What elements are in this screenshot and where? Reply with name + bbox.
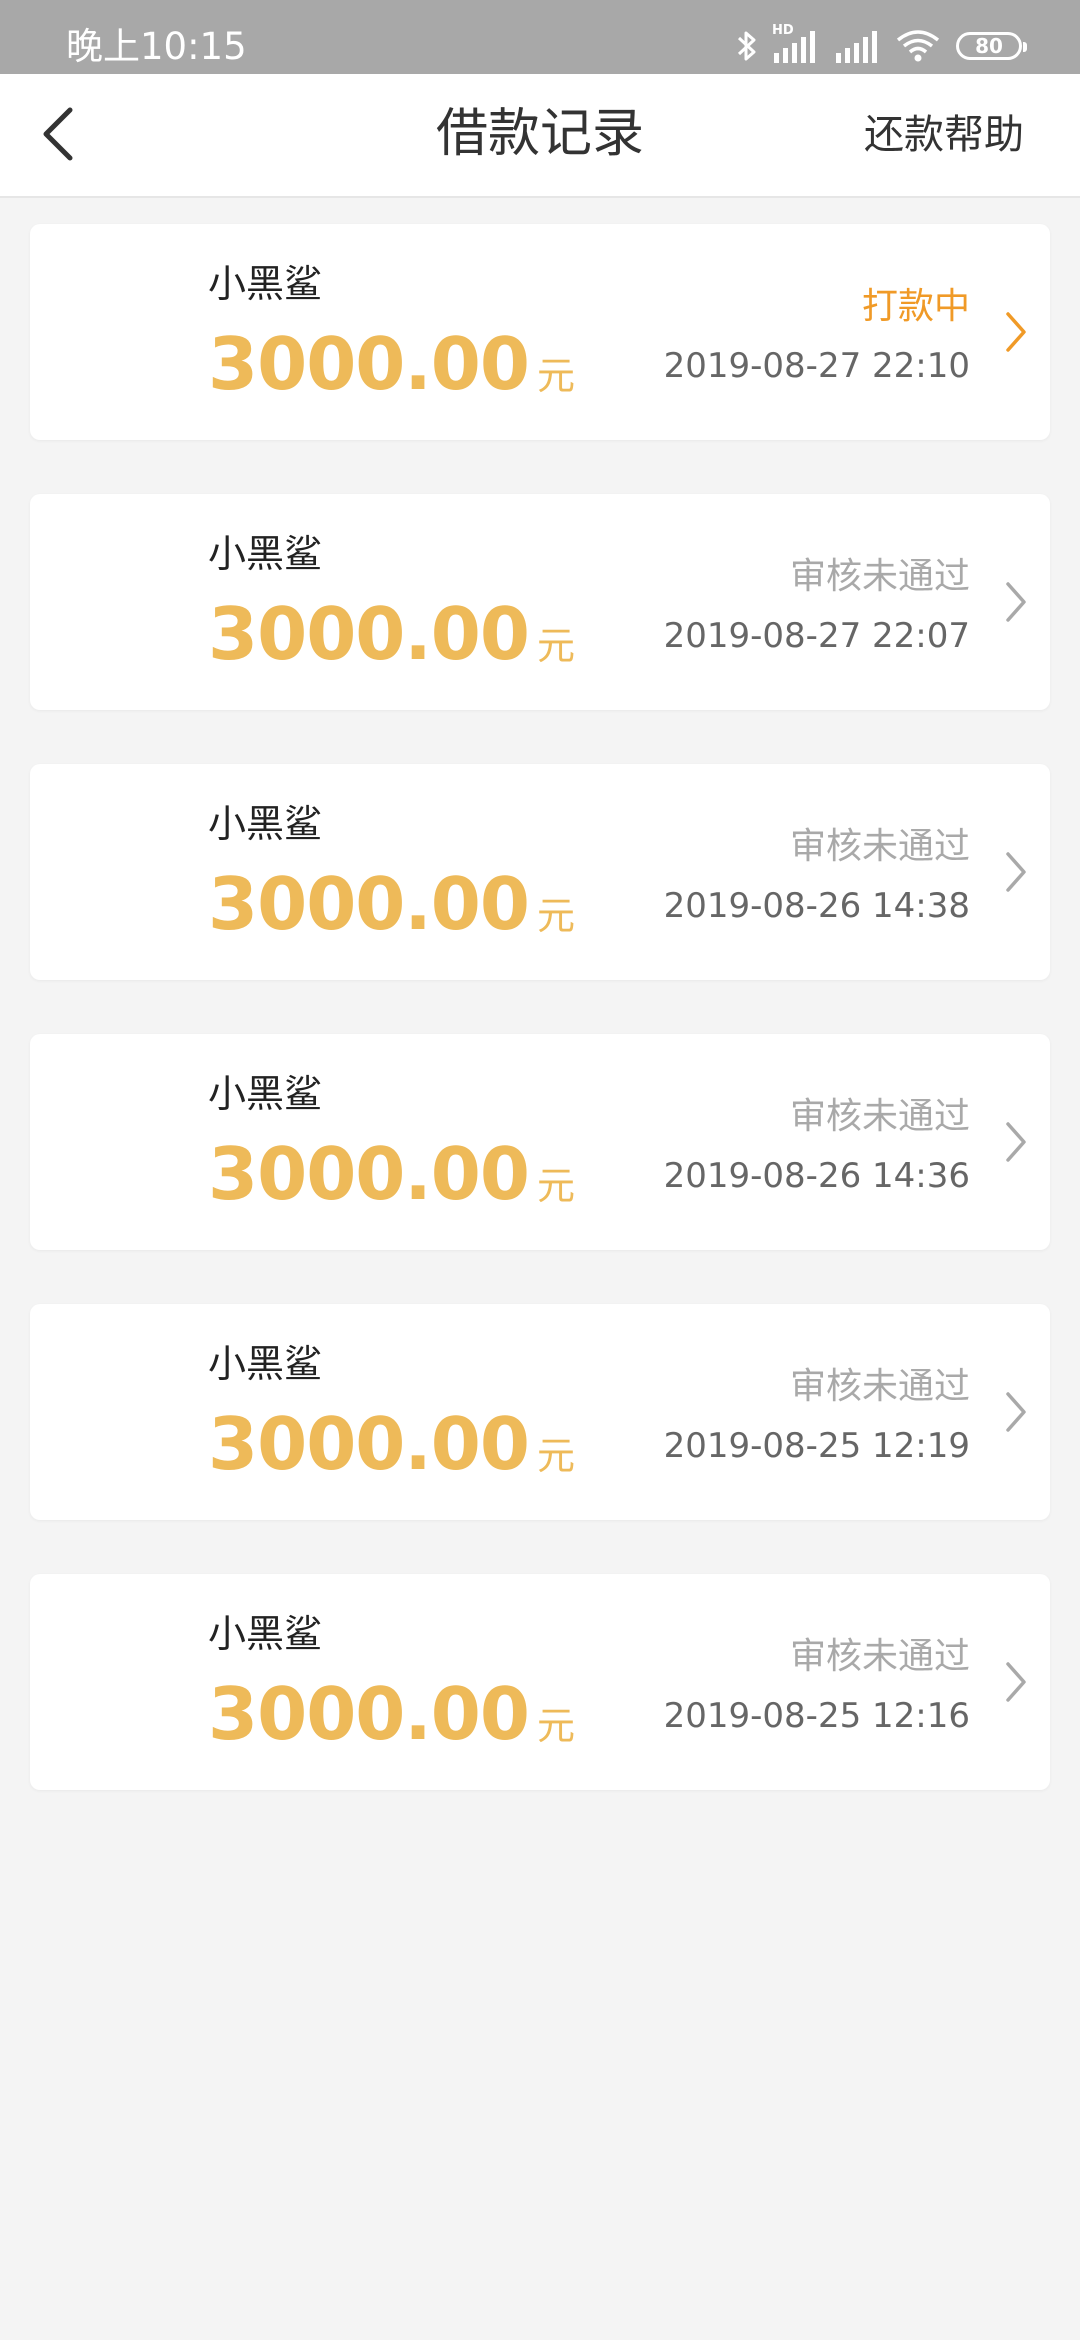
status-badge: 打款中 [861,286,970,327]
loan-amount: 3000.00 元 [208,324,575,404]
hd-label: HD [772,23,794,38]
lender-name: 小黑鲨 [208,802,323,846]
record-date: 2019-08-25 12:16 [663,1696,970,1736]
lender-name: 小黑鲨 [208,532,323,576]
loan-record-card[interactable]: 小黑鲨 3000.00 元 审核未通过 2019-08-25 12:19 [30,1304,1050,1520]
amount-value: 3000.00 [208,592,530,676]
amount-unit: 元 [536,1164,575,1208]
loan-record-card[interactable]: 小黑鲨 3000.00 元 审核未通过 2019-08-26 14:36 [30,1034,1050,1250]
loan-amount: 3000.00 元 [208,864,575,944]
header: 借款记录 还款帮助 [0,74,1080,198]
amount-value: 3000.00 [208,1402,530,1486]
amount-unit: 元 [536,894,575,938]
loan-record-card[interactable]: 小黑鲨 3000.00 元 审核未通过 2019-08-26 14:38 [30,764,1050,980]
loan-record-card[interactable]: 小黑鲨 3000.00 元 打款中 2019-08-27 22:10 [30,224,1050,440]
chevron-right-icon [996,848,1036,896]
loan-record-card[interactable]: 小黑鲨 3000.00 元 审核未通过 2019-08-27 22:07 [30,494,1050,710]
amount-unit: 元 [536,1704,575,1748]
status-badge: 审核未通过 [789,1366,970,1407]
loan-record-card[interactable]: 小黑鲨 3000.00 元 审核未通过 2019-08-25 12:16 [30,1574,1050,1790]
lender-name: 小黑鲨 [208,1072,323,1116]
amount-unit: 元 [536,354,575,398]
status-badge: 审核未通过 [789,826,970,867]
status-time: 晚上10:15 [66,25,247,68]
amount-value: 3000.00 [208,1132,530,1216]
record-date: 2019-08-26 14:36 [663,1156,970,1196]
signal-icon [834,29,878,63]
loan-amount: 3000.00 元 [208,1134,575,1214]
chevron-right-icon [996,578,1036,626]
amount-value: 3000.00 [208,862,530,946]
loan-amount: 3000.00 元 [208,594,575,674]
chevron-right-icon [996,1658,1036,1706]
battery-icon: 80 [956,32,1027,60]
chevron-right-icon [996,1118,1036,1166]
amount-value: 3000.00 [208,1672,530,1756]
amount-value: 3000.00 [208,322,530,406]
status-bar: 晚上10:15 HD 80 [0,0,1080,74]
lender-name: 小黑鲨 [208,1342,323,1386]
chevron-right-icon [996,1388,1036,1436]
status-badge: 审核未通过 [789,1636,970,1677]
chevron-right-icon [996,308,1036,356]
status-icons: HD 80 [736,20,1080,72]
record-date: 2019-08-26 14:38 [663,886,970,926]
repayment-help-link[interactable]: 还款帮助 [864,108,1024,162]
amount-unit: 元 [536,1434,575,1478]
loan-amount: 3000.00 元 [208,1674,575,1754]
wifi-icon [896,29,940,63]
status-badge: 审核未通过 [789,556,970,597]
record-date: 2019-08-25 12:19 [663,1426,970,1466]
loan-amount: 3000.00 元 [208,1404,575,1484]
battery-level: 80 [975,34,1003,58]
lender-name: 小黑鲨 [208,1612,323,1656]
amount-unit: 元 [536,624,575,668]
bluetooth-icon [736,28,758,64]
record-date: 2019-08-27 22:07 [663,616,970,656]
status-badge: 审核未通过 [789,1096,970,1137]
loan-record-list: 小黑鲨 3000.00 元 打款中 2019-08-27 22:10 小黑鲨 3… [30,224,1050,1844]
signal-hd-icon: HD [772,23,816,63]
record-date: 2019-08-27 22:10 [663,346,970,386]
lender-name: 小黑鲨 [208,262,323,306]
